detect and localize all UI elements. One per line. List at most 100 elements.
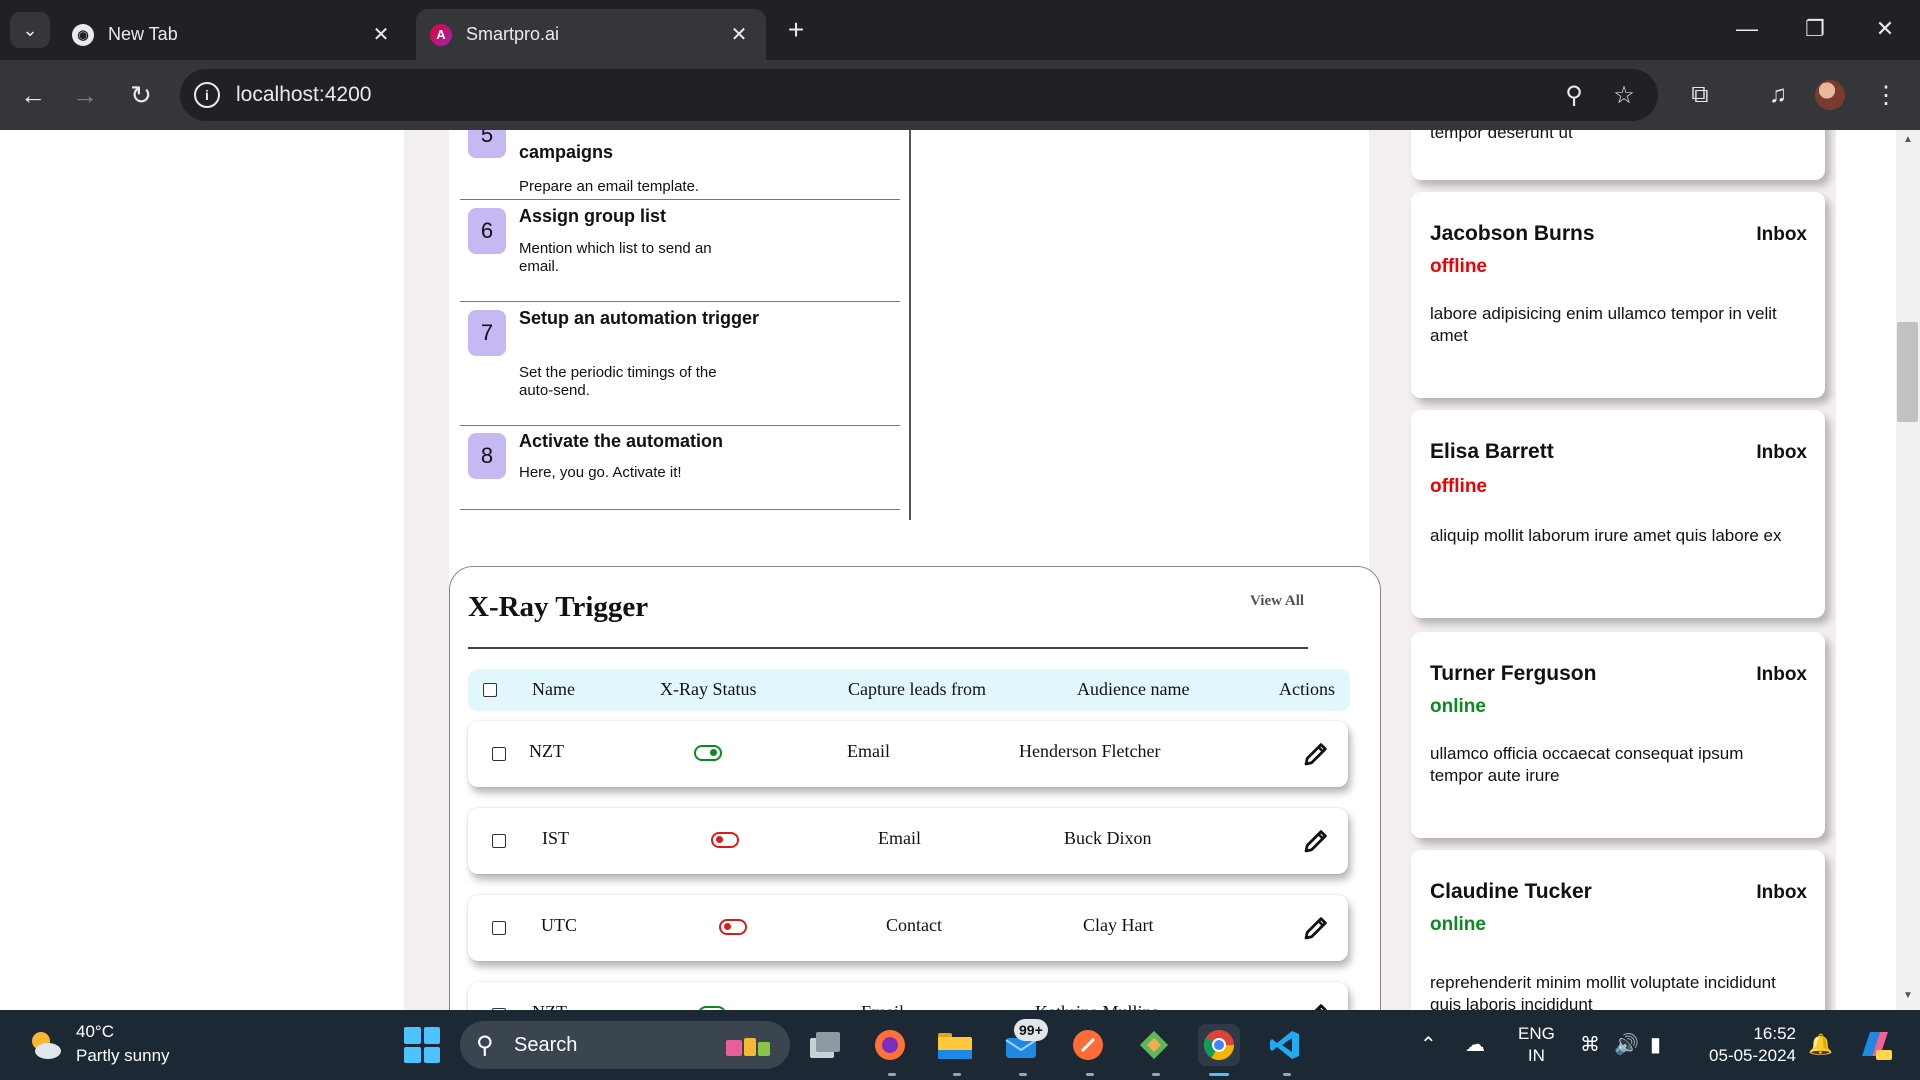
site-info-icon[interactable]: i (194, 82, 220, 108)
contact-card[interactable]: Jacobson Burns Inbox offline labore adip… (1411, 192, 1825, 398)
select-all-checkbox[interactable] (483, 683, 497, 697)
bookmark-star-icon[interactable]: ☆ (1608, 79, 1640, 111)
search-highlight-icon (726, 1038, 770, 1056)
running-indicator (1152, 1073, 1160, 1076)
folder-glyph (938, 1033, 972, 1059)
edit-pencil-icon[interactable] (1301, 1000, 1331, 1010)
task-view-icon[interactable] (804, 1024, 846, 1066)
view-all-link[interactable]: View All (1250, 593, 1304, 610)
contact-inbox-label[interactable]: Inbox (1756, 664, 1807, 686)
chrome-icon[interactable] (1198, 1024, 1240, 1066)
window-close-icon[interactable]: ✕ (1860, 6, 1910, 52)
column-header-name: Name (532, 679, 575, 699)
weather-partly-sunny-icon[interactable] (26, 1026, 64, 1064)
tab-search-chevron-down-icon[interactable]: ⌄ (10, 12, 50, 48)
reload-icon[interactable]: ↻ (120, 74, 162, 116)
back-arrow-icon[interactable]: ← (12, 74, 54, 116)
battery-icon[interactable]: ▮ (1650, 1032, 1661, 1057)
status-toggle[interactable] (694, 745, 722, 761)
running-indicator (1086, 1073, 1094, 1076)
step-item: 5 campaigns Prepare an email template. (460, 130, 900, 200)
restore-icon[interactable]: ❐ (1790, 6, 1840, 52)
close-icon[interactable]: ✕ (368, 22, 394, 48)
file-explorer-icon[interactable] (934, 1024, 976, 1066)
tab-smartpro[interactable]: A Smartpro.ai ✕ (416, 9, 766, 60)
contact-card[interactable]: tempor deserunt ut (1411, 130, 1825, 180)
contact-inbox-label[interactable]: Inbox (1756, 442, 1807, 464)
edit-pencil-icon[interactable] (1301, 826, 1331, 856)
minimize-icon[interactable]: — (1722, 6, 1772, 52)
profile-avatar[interactable] (1815, 80, 1845, 110)
more-menu-icon[interactable]: ⋮ (1868, 77, 1904, 113)
address-bar[interactable]: i localhost:4200 ⚲ ☆ (180, 69, 1658, 121)
postman-icon[interactable] (1067, 1024, 1109, 1066)
row-checkbox[interactable] (492, 921, 506, 935)
media-control-icon[interactable]: ♫ (1760, 77, 1796, 113)
browser-toolbar: ← → ↻ i localhost:4200 ⚲ ☆ ⧉ ♫ ⋮ (0, 60, 1920, 130)
edit-pencil-icon[interactable] (1301, 913, 1331, 943)
row-checkbox[interactable] (492, 834, 506, 848)
tab-new-tab[interactable]: ◉ New Tab ✕ (58, 9, 408, 60)
copilot-icon[interactable] (1856, 1026, 1894, 1064)
running-indicator (888, 1073, 896, 1076)
contact-message: labore adipisicing enim ullamco tempor i… (1430, 304, 1777, 345)
forward-arrow-icon[interactable]: → (64, 74, 106, 116)
scrollbar-thumb[interactable] (1897, 322, 1918, 422)
system-clock[interactable]: 16:52 05-05-2024 (1700, 1023, 1796, 1067)
step-description: Here, you go. Activate it! (519, 464, 682, 481)
new-tab-plus-icon[interactable]: + (778, 12, 814, 48)
row-capture: Contact (886, 915, 942, 935)
running-indicator (1283, 1073, 1291, 1076)
row-audience: Buck Dixon (1064, 828, 1152, 848)
contact-message: reprehenderit minim mollit voluptate inc… (1430, 973, 1776, 1010)
row-checkbox[interactable] (492, 747, 506, 761)
page-scrollbar[interactable] (1896, 130, 1920, 1010)
steps-divider (909, 130, 911, 520)
status-toggle[interactable] (719, 919, 747, 935)
step-item: 7 Setup an automation trigger Set the pe… (460, 302, 900, 426)
contact-name: Claudine Tucker (1430, 880, 1592, 903)
close-icon[interactable]: ✕ (726, 22, 752, 48)
zoom-icon[interactable]: ⚲ (1558, 79, 1590, 111)
language-region: IN (1527, 1046, 1545, 1065)
running-indicator (953, 1073, 961, 1076)
git-client-icon[interactable] (1133, 1024, 1175, 1066)
contact-inbox-label[interactable]: Inbox (1756, 224, 1807, 246)
notification-count-badge: 99+ (1014, 1019, 1048, 1041)
row-capture: Email (847, 741, 890, 761)
wifi-icon[interactable]: ⌘ (1580, 1032, 1600, 1057)
contact-status: offline (1430, 256, 1487, 277)
clock-date: 05-05-2024 (1709, 1046, 1796, 1065)
taskbar-search[interactable]: ⚲ Search (460, 1021, 790, 1069)
scroll-up-arrow-icon[interactable]: ▲ (1900, 134, 1916, 150)
row-name: UTC (541, 915, 577, 935)
contact-message: ullamco officia occaecat consequat ipsum… (1430, 744, 1744, 785)
vscode-icon[interactable] (1264, 1024, 1306, 1066)
input-language[interactable]: ENG IN (1518, 1023, 1555, 1067)
contact-inbox-label[interactable]: Inbox (1756, 882, 1807, 904)
volume-icon[interactable]: 🔊 (1614, 1032, 1639, 1057)
status-toggle[interactable] (711, 832, 739, 848)
windows-taskbar: 40°C Partly sunny ⚲ Search 99+ ⌃ ☁ ENG I… (0, 1010, 1920, 1080)
show-hidden-icons-chevron-up-icon[interactable]: ⌃ (1420, 1032, 1437, 1057)
step-title: Activate the automation (519, 431, 724, 451)
extensions-puzzle-icon[interactable]: ⧉ (1682, 77, 1718, 113)
search-icon: ⚲ (476, 1032, 494, 1059)
contact-card[interactable]: Elisa Barrett Inbox offline aliquip moll… (1411, 410, 1825, 618)
row-capture: Email (878, 828, 921, 848)
contact-message: aliquip mollit laborum irure amet quis l… (1430, 526, 1782, 545)
windows-start-icon[interactable] (404, 1027, 440, 1063)
step-title: Assign group list (519, 206, 667, 226)
edit-pencil-icon[interactable] (1301, 739, 1331, 769)
contact-name: Elisa Barrett (1430, 440, 1554, 463)
contact-card[interactable]: Claudine Tucker Inbox online reprehender… (1411, 850, 1825, 1010)
toggle-knob (710, 749, 717, 756)
firefox-icon[interactable] (869, 1024, 911, 1066)
contact-card[interactable]: Turner Ferguson Inbox online ullamco off… (1411, 632, 1825, 838)
row-capture: Email (861, 1002, 904, 1010)
onedrive-cloud-icon[interactable]: ☁ (1465, 1032, 1485, 1057)
active-indicator (1209, 1073, 1229, 1076)
notification-bell-icon[interactable]: 🔔 (1808, 1032, 1833, 1057)
search-label: Search (514, 1034, 578, 1056)
scroll-down-arrow-icon[interactable]: ▼ (1900, 990, 1916, 1006)
